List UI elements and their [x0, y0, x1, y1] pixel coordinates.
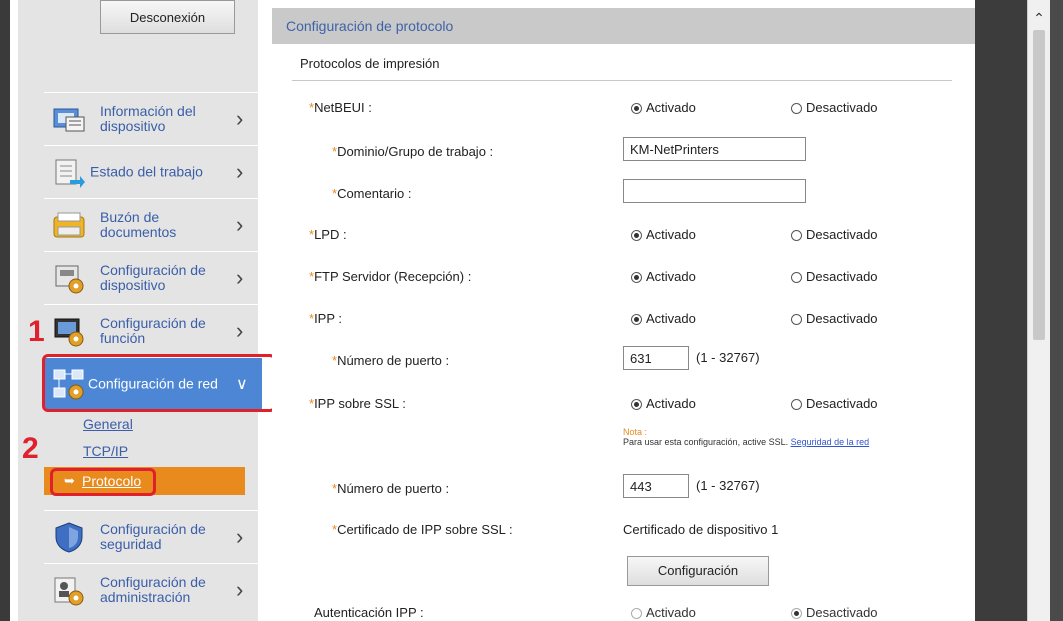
step-marker-1: 1	[28, 315, 45, 348]
window-frame-left	[0, 0, 10, 621]
domain-input[interactable]: KM-NetPrinters	[623, 137, 806, 161]
security-shield-icon	[55, 522, 83, 553]
ftp-label: *FTP Servidor (Recepción) :	[309, 269, 472, 284]
network-security-link[interactable]: Seguridad de la red	[791, 437, 870, 447]
ipp-on-radio[interactable]: Activado	[631, 311, 696, 326]
function-settings-icon	[54, 318, 84, 347]
admin-settings-icon	[54, 577, 84, 606]
ipp-port-input[interactable]: 631	[623, 346, 689, 370]
sidebar-item-label: Información del dispositivo	[100, 103, 196, 134]
chevron-right-icon: ›	[236, 318, 244, 343]
ipp-ssl-on-radio[interactable]: Activado	[631, 396, 696, 411]
chevron-right-icon: ›	[236, 159, 244, 184]
chevron-right-icon: ›	[236, 106, 244, 131]
sidebar-subitem-tcpip[interactable]: TCP/IP	[83, 443, 128, 459]
chevron-right-icon: ›	[236, 524, 244, 549]
scroll-thumb[interactable]	[1033, 30, 1045, 340]
ipp-auth-on-radio[interactable]: Activado	[631, 605, 696, 620]
sidebar-item-label: Configuración de función	[100, 315, 206, 346]
sidebar-item-job-status[interactable]: Estado del trabajo ›	[44, 145, 262, 198]
comment-label: *Comentario :	[332, 186, 412, 201]
ipp-port-label: *Número de puerto :	[332, 353, 450, 368]
ssl-cert-value: Certificado de dispositivo 1	[623, 522, 779, 537]
sidebar-item-label: Configuración de administración	[100, 574, 206, 605]
section-title: Protocolos de impresión	[300, 56, 440, 71]
ssl-port-range: (1 - 32767)	[696, 478, 760, 493]
sidebar-item-document-box[interactable]: Buzón de documentos ›	[44, 198, 262, 251]
configuration-button[interactable]: Configuración	[627, 556, 769, 586]
comment-input[interactable]	[623, 179, 806, 203]
ssl-port-input[interactable]: 443	[623, 474, 689, 498]
sidebar-item-device-info[interactable]: Información del dispositivo ›	[44, 92, 262, 145]
ssl-port-label: *Número de puerto :	[332, 481, 450, 496]
note-title: Nota :	[623, 427, 648, 437]
logout-button[interactable]: Desconexión	[100, 0, 235, 34]
ipp-auth-label: Autenticación IPP :	[314, 605, 424, 620]
document-box-icon	[53, 212, 85, 238]
sidebar-item-label: Buzón de documentos	[100, 209, 177, 240]
page-title: Configuración de protocolo	[286, 18, 454, 34]
sidebar-subitem-general[interactable]: General	[83, 416, 133, 432]
job-status-icon	[55, 159, 85, 188]
chevron-right-icon: ›	[236, 212, 244, 237]
section-divider	[292, 80, 952, 81]
note-text: Para usar esta configuración, active SSL…	[623, 437, 870, 447]
netbeui-off-radio[interactable]: Desactivado	[791, 100, 878, 115]
device-info-icon	[53, 108, 85, 132]
ipp-port-range: (1 - 32767)	[696, 350, 760, 365]
lpd-label: *LPD :	[309, 227, 347, 242]
sidebar-item-device-settings[interactable]: Configuración de dispositivo ›	[44, 251, 262, 304]
ipp-ssl-off-radio[interactable]: Desactivado	[791, 396, 878, 411]
sidebar-item-label: Configuración de seguridad	[100, 521, 206, 552]
step-marker-2: 2	[22, 432, 39, 465]
sidebar-item-security-settings[interactable]: Configuración de seguridad ›	[44, 510, 262, 563]
outer-background	[975, 0, 1027, 621]
ipp-auth-off-radio[interactable]: Desactivado	[791, 605, 878, 620]
ipp-off-radio[interactable]: Desactivado	[791, 311, 878, 326]
chevron-right-icon: ›	[236, 265, 244, 290]
netbeui-on-radio[interactable]: Activado	[631, 100, 696, 115]
netbeui-label: *NetBEUI :	[309, 100, 372, 115]
chevron-right-icon: ›	[236, 577, 244, 602]
highlight-box-network	[42, 354, 276, 412]
ipp-ssl-label: *IPP sobre SSL :	[309, 396, 406, 411]
scroll-up-icon[interactable]: ⌃	[1031, 10, 1047, 26]
domain-label: *Dominio/Grupo de trabajo :	[332, 144, 494, 159]
lpd-off-radio[interactable]: Desactivado	[791, 227, 878, 242]
ftp-off-radio[interactable]: Desactivado	[791, 269, 878, 284]
page-header: Configuración de protocolo	[272, 8, 975, 44]
sidebar-item-admin-settings[interactable]: Configuración de administración ›	[44, 563, 262, 616]
ftp-on-radio[interactable]: Activado	[631, 269, 696, 284]
window-frame-right	[1050, 0, 1063, 621]
device-settings-icon	[55, 265, 84, 294]
ssl-cert-label: *Certificado de IPP sobre SSL :	[332, 522, 513, 537]
sidebar-item-label: Configuración de dispositivo	[100, 262, 206, 293]
highlight-box-protocol	[50, 468, 156, 496]
sidebar-item-label: Estado del trabajo	[90, 163, 203, 180]
ipp-label: *IPP :	[309, 311, 343, 326]
sidebar-item-function-settings[interactable]: Configuración de función ›	[44, 304, 262, 357]
lpd-on-radio[interactable]: Activado	[631, 227, 696, 242]
